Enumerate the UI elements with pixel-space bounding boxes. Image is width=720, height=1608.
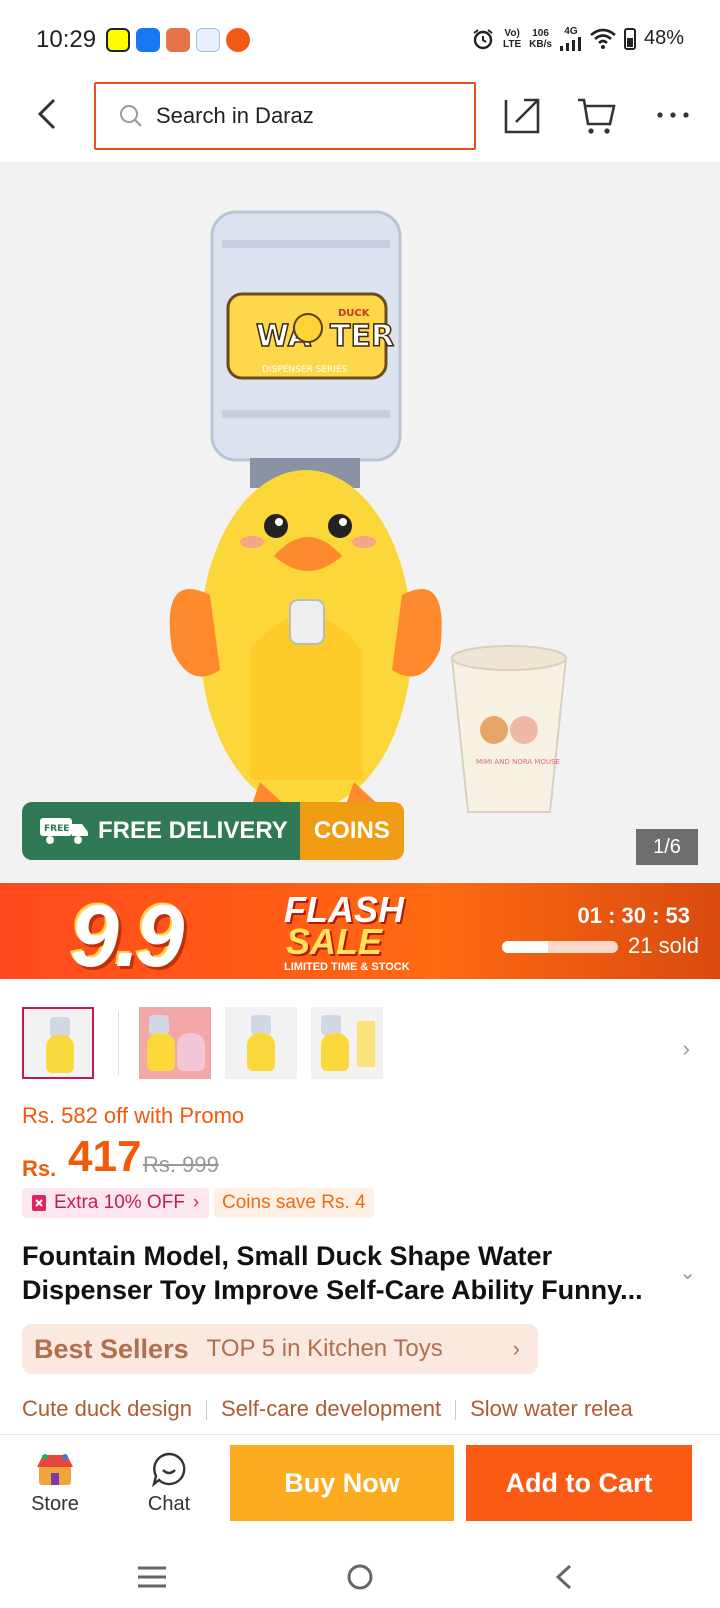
status-right: Vo) LTE 106 KB/s 4G 48% (471, 26, 684, 51)
notification-icons (106, 28, 251, 52)
flash-subtitle: LIMITED TIME & STOCK (284, 961, 410, 973)
bottom-action-bar: Store Chat Buy Now Add to Cart (0, 1434, 720, 1544)
chevron-right-icon[interactable]: › (683, 1036, 690, 1062)
voucher-icon (32, 1195, 46, 1211)
feature-tag: Self-care development (221, 1396, 442, 1421)
thumbnail-strip (22, 1007, 397, 1079)
home-icon[interactable] (340, 1562, 380, 1592)
svg-text:TER: TER (330, 319, 394, 354)
flash-sale-banner[interactable]: 9.9 FLASH SALE LIMITED TIME & STOCK 01 :… (0, 883, 720, 979)
svg-text:DISPENSER SERIES: DISPENSER SERIES (262, 365, 348, 375)
free-delivery-badge: FREE FREE DELIVERY (22, 802, 300, 860)
svg-text:FREE: FREE (44, 824, 69, 834)
app-header: Search in Daraz (0, 80, 720, 162)
volte-indicator: Vo) LTE (503, 27, 522, 50)
current-price: 417 (68, 1132, 142, 1181)
nav-back-icon[interactable] (546, 1562, 586, 1592)
sold-count: 21 sold (628, 933, 699, 958)
chevron-right-icon: › (512, 1336, 520, 1361)
chevron-down-icon[interactable]: ⌄ (679, 1260, 696, 1285)
sale-title: SALE (286, 921, 383, 962)
best-sellers-rank: TOP 5 in Kitchen Toys (206, 1335, 443, 1362)
feature-tag: Slow water relea (470, 1396, 633, 1421)
weather-app-icon (196, 28, 221, 52)
daraz-app-icon (226, 28, 251, 52)
extra-off-voucher[interactable]: Extra 10% OFF › (22, 1188, 210, 1218)
battery-icon (623, 27, 636, 50)
thumbnail-4[interactable] (311, 1007, 383, 1079)
delivery-coins-badge: FREE FREE DELIVERY COINS (22, 802, 404, 860)
product-image-duck-dispenser: WA TER DUCK DISPENSER SERIES MIMI AND NO… (169, 210, 568, 813)
store-button[interactable]: Store (10, 1449, 100, 1516)
delivery-truck-icon: FREE (40, 818, 88, 844)
chat-button[interactable]: Chat (124, 1449, 214, 1516)
search-placeholder: Search in Daraz (156, 103, 314, 128)
coins-save-chip[interactable]: Coins save Rs. 4 (214, 1188, 374, 1218)
status-time: 10:29 (36, 26, 97, 53)
price-currency: Rs. (22, 1156, 57, 1181)
back-arrow-icon[interactable] (28, 94, 68, 134)
svg-text:MIMI AND NORA MOUSE: MIMI AND NORA MOUSE (476, 758, 560, 766)
search-input[interactable]: Search in Daraz (94, 82, 476, 150)
thumbnail-1[interactable] (22, 1007, 94, 1079)
feature-tag: Cute duck design (22, 1396, 192, 1421)
network-speed: 106 KB/s (529, 27, 552, 50)
thumbnail-3[interactable] (225, 1007, 297, 1079)
chevron-right-icon: › (192, 1192, 200, 1213)
countdown-timer: 01 : 30 : 53 (577, 903, 690, 928)
campaign-logo: 9.9 (70, 886, 184, 979)
thumbnail-2[interactable] (139, 1007, 211, 1079)
more-options-icon[interactable] (652, 94, 694, 136)
wifi-icon (590, 28, 616, 49)
facebook-icon (136, 28, 161, 52)
signal-icon: 4G (559, 26, 582, 51)
alarm-icon (473, 28, 493, 49)
recent-apps-icon[interactable] (132, 1562, 172, 1592)
system-nav-bar (0, 1544, 720, 1608)
coins-badge: COINS (299, 802, 404, 860)
best-sellers-label: Best Sellers (34, 1333, 189, 1364)
store-icon (37, 1454, 73, 1485)
search-icon (120, 105, 142, 127)
image-counter: 1/6 (636, 829, 698, 865)
snapchat-icon (106, 28, 131, 52)
svg-text:DUCK: DUCK (338, 308, 371, 319)
feature-tags: Cute duck design Self-care development Slo… (22, 1396, 698, 1422)
status-bar: 10:29 Vo) LTE 106 KB/s 4G 48% (0, 0, 720, 80)
original-price: Rs. 999 (143, 1152, 219, 1177)
thumbnail-divider (118, 1011, 119, 1075)
chat-icon (152, 1452, 186, 1487)
share-icon[interactable] (502, 94, 544, 136)
sold-progress-bar (502, 941, 618, 953)
best-sellers-banner[interactable]: Best Sellers TOP 5 in Kitchen Toys › (22, 1324, 538, 1374)
add-to-cart-button[interactable]: Add to Cart (466, 1445, 692, 1521)
promo-text[interactable]: Rs. 582 off with Promo (22, 1103, 244, 1129)
product-title: Fountain Model, Small Duck Shape Water D… (22, 1241, 643, 1305)
battery-level: 48% (643, 27, 684, 49)
game-app-icon (166, 28, 191, 52)
cart-icon[interactable] (576, 94, 618, 136)
buy-now-button[interactable]: Buy Now (230, 1445, 454, 1521)
